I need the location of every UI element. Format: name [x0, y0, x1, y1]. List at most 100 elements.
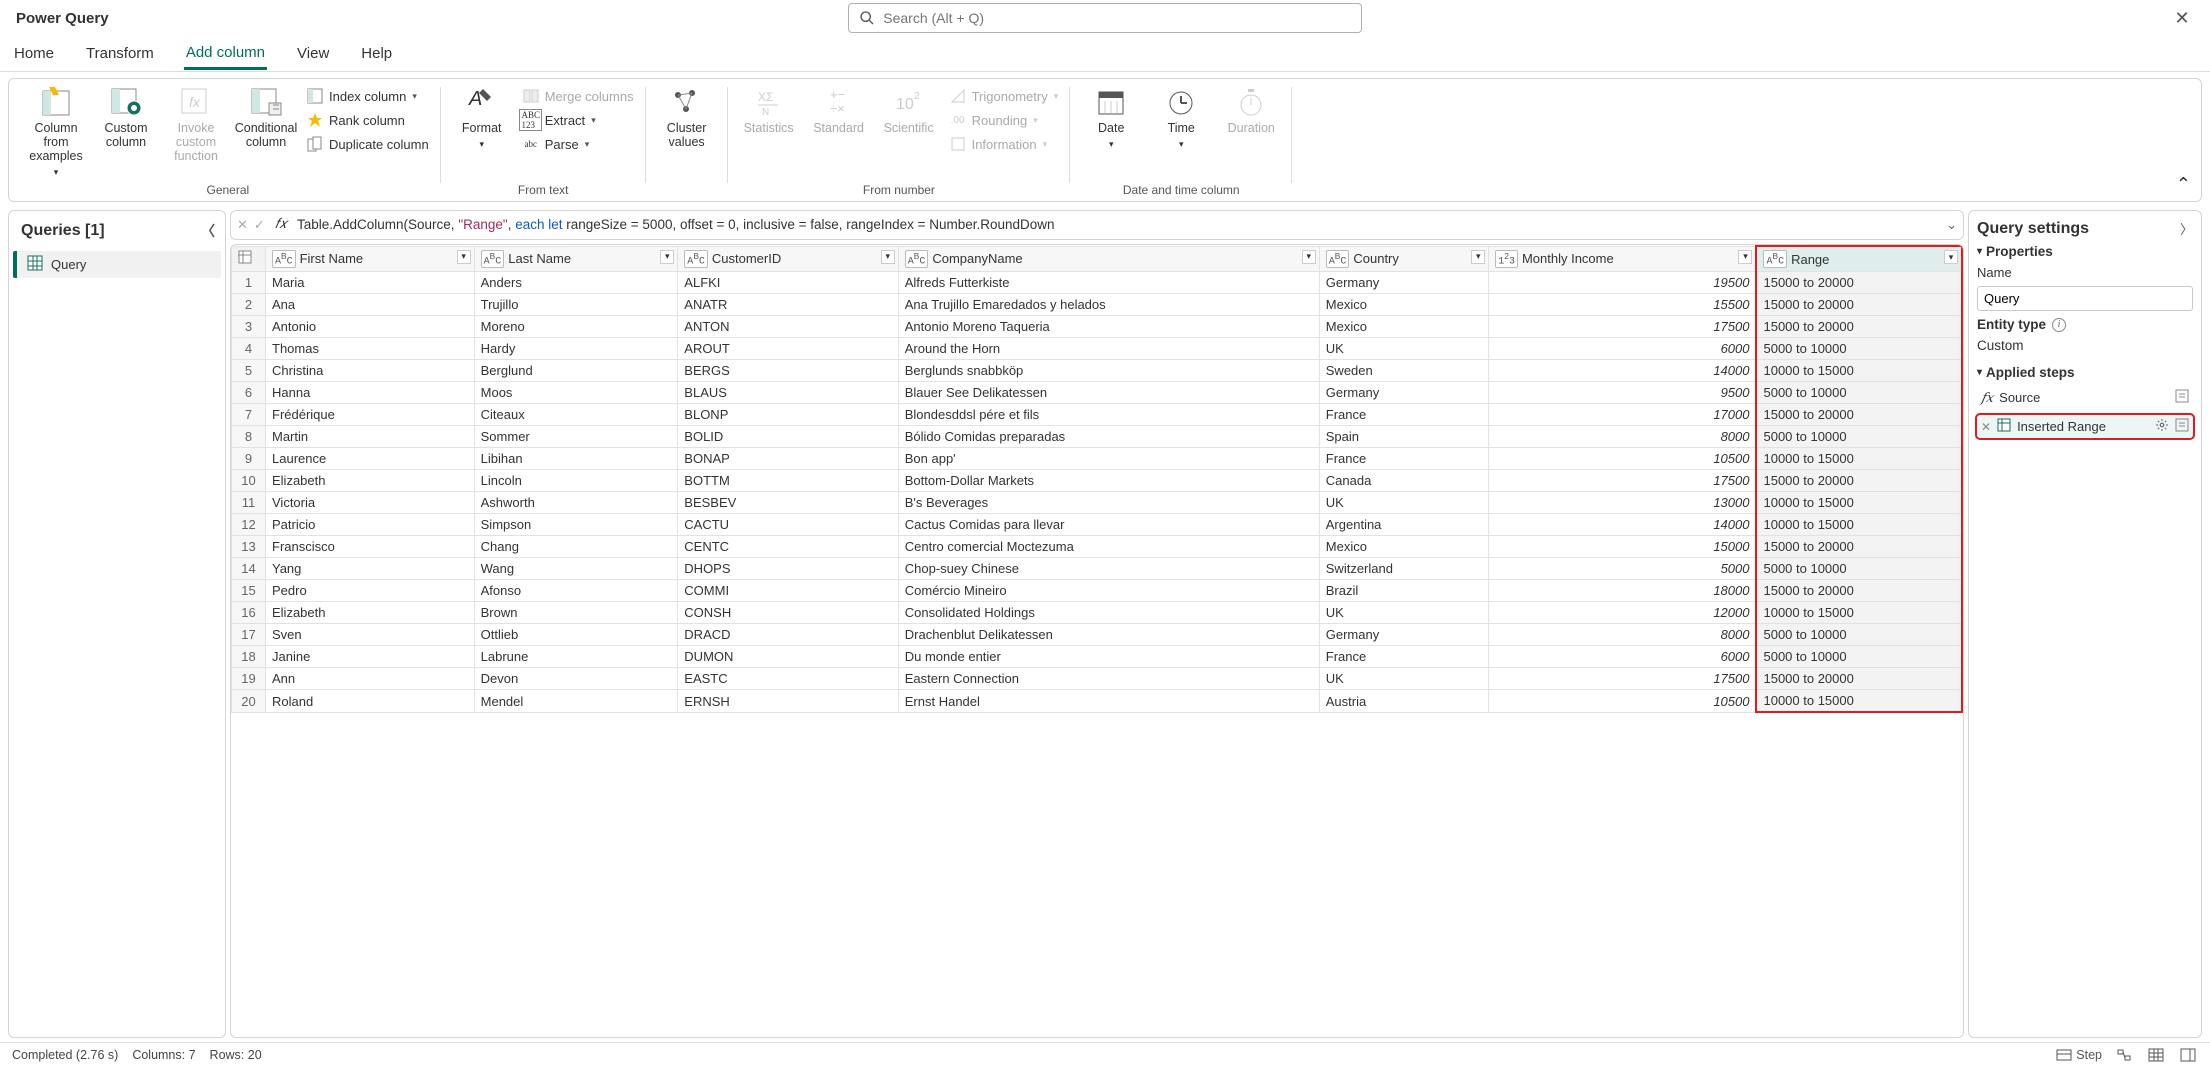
cell[interactable]: Ann: [266, 668, 475, 690]
cell[interactable]: 17000: [1489, 404, 1757, 426]
applied-steps-toggle[interactable]: Applied steps: [1977, 365, 2193, 380]
formula-dropdown-button[interactable]: ⌄: [1946, 217, 1957, 233]
step-menu-icon[interactable]: [2175, 389, 2189, 406]
row-number[interactable]: 11: [232, 492, 266, 514]
row-number[interactable]: 16: [232, 602, 266, 624]
cell[interactable]: 6000: [1489, 338, 1757, 360]
cell[interactable]: Libihan: [474, 448, 678, 470]
cell[interactable]: 10500: [1489, 448, 1757, 470]
cell[interactable]: Bottom-Dollar Markets: [898, 470, 1319, 492]
cell[interactable]: Blauer See Delikatessen: [898, 382, 1319, 404]
cell[interactable]: Ana Trujillo Emaredados y helados: [898, 294, 1319, 316]
cell[interactable]: Sven: [266, 624, 475, 646]
cell[interactable]: Maria: [266, 272, 475, 294]
step-view-button[interactable]: Step: [2056, 1046, 2102, 1064]
cell[interactable]: Ernst Handel: [898, 690, 1319, 713]
format-button[interactable]: A Format▾: [449, 83, 515, 153]
cell[interactable]: Martin: [266, 426, 475, 448]
table-row[interactable]: 4ThomasHardyAROUTAround the HornUK600050…: [232, 338, 1963, 360]
formula-cancel-button[interactable]: ✕: [237, 217, 248, 233]
cell[interactable]: Cactus Comidas para llevar: [898, 514, 1319, 536]
cell[interactable]: Mendel: [474, 690, 678, 713]
tab-help[interactable]: Help: [359, 39, 394, 68]
tab-view[interactable]: View: [295, 39, 331, 68]
index-column-button[interactable]: Index column▾: [303, 85, 433, 107]
row-number[interactable]: 10: [232, 470, 266, 492]
cell[interactable]: UK: [1319, 492, 1489, 514]
step-source[interactable]: 𝑓𝑥 Source: [1977, 386, 2193, 409]
cell[interactable]: BLONP: [678, 404, 898, 426]
query-list-item[interactable]: Query: [13, 251, 221, 278]
cell[interactable]: Wang: [474, 558, 678, 580]
cell[interactable]: Berglund: [474, 360, 678, 382]
type-badge[interactable]: ABC: [481, 250, 505, 268]
cell[interactable]: Laurence: [266, 448, 475, 470]
cell[interactable]: Brazil: [1319, 580, 1489, 602]
column-header[interactable]: 123Monthly Income▾: [1489, 246, 1757, 272]
cell[interactable]: Canada: [1319, 470, 1489, 492]
cell[interactable]: Chop-suey Chinese: [898, 558, 1319, 580]
cell[interactable]: 14000: [1489, 360, 1757, 382]
cell[interactable]: 10000 to 15000: [1756, 448, 1962, 470]
cell[interactable]: DRACD: [678, 624, 898, 646]
cell[interactable]: Afonso: [474, 580, 678, 602]
row-number[interactable]: 4: [232, 338, 266, 360]
cell[interactable]: Thomas: [266, 338, 475, 360]
cell[interactable]: Elizabeth: [266, 470, 475, 492]
cell[interactable]: B's Beverages: [898, 492, 1319, 514]
cell[interactable]: Labrune: [474, 646, 678, 668]
delete-step-button[interactable]: ✕: [1981, 420, 1991, 434]
cell[interactable]: UK: [1319, 338, 1489, 360]
cell[interactable]: BERGS: [678, 360, 898, 382]
cell[interactable]: Ana: [266, 294, 475, 316]
cell[interactable]: Pedro: [266, 580, 475, 602]
cell[interactable]: Chang: [474, 536, 678, 558]
properties-toggle[interactable]: Properties: [1977, 244, 2193, 259]
cell[interactable]: BLAUS: [678, 382, 898, 404]
cell[interactable]: Mexico: [1319, 294, 1489, 316]
cell[interactable]: 10500: [1489, 690, 1757, 713]
cell[interactable]: Roland: [266, 690, 475, 713]
type-badge[interactable]: ABC: [1763, 250, 1787, 268]
grid-view-button[interactable]: [2146, 1046, 2166, 1064]
cell[interactable]: Antonio: [266, 316, 475, 338]
cell[interactable]: Janine: [266, 646, 475, 668]
table-row[interactable]: 18JanineLabruneDUMONDu monde entierFranc…: [232, 646, 1963, 668]
row-number[interactable]: 13: [232, 536, 266, 558]
cell[interactable]: Bólido Comidas preparadas: [898, 426, 1319, 448]
filter-dropdown-button[interactable]: ▾: [457, 250, 471, 264]
cell[interactable]: Yang: [266, 558, 475, 580]
row-number[interactable]: 8: [232, 426, 266, 448]
cell[interactable]: BOLID: [678, 426, 898, 448]
cell[interactable]: 10000 to 15000: [1756, 602, 1962, 624]
cell[interactable]: Argentina: [1319, 514, 1489, 536]
cell[interactable]: Hanna: [266, 382, 475, 404]
column-header[interactable]: ABCCustomerID▾: [678, 246, 898, 272]
cell[interactable]: 6000: [1489, 646, 1757, 668]
column-header[interactable]: ABCLast Name▾: [474, 246, 678, 272]
cell[interactable]: 17500: [1489, 470, 1757, 492]
rank-column-button[interactable]: Rank column: [303, 109, 433, 131]
table-row[interactable]: 14YangWangDHOPSChop-suey ChineseSwitzerl…: [232, 558, 1963, 580]
row-number[interactable]: 15: [232, 580, 266, 602]
cell[interactable]: Bon app': [898, 448, 1319, 470]
cell[interactable]: Simpson: [474, 514, 678, 536]
column-header[interactable]: ABCFirst Name▾: [266, 246, 475, 272]
cell[interactable]: 15000 to 20000: [1756, 668, 1962, 690]
cell[interactable]: Frédérique: [266, 404, 475, 426]
cell[interactable]: Drachenblut Delikatessen: [898, 624, 1319, 646]
cell[interactable]: 10000 to 15000: [1756, 690, 1962, 713]
extract-button[interactable]: ABC123Extract▾: [519, 109, 638, 131]
cell[interactable]: Du monde entier: [898, 646, 1319, 668]
cell[interactable]: 15000 to 20000: [1756, 294, 1962, 316]
filter-dropdown-button[interactable]: ▾: [1738, 250, 1752, 264]
table-row[interactable]: 17SvenOttliebDRACDDrachenblut Delikatess…: [232, 624, 1963, 646]
row-number[interactable]: 20: [232, 690, 266, 713]
parse-button[interactable]: abcParse▾: [519, 133, 638, 155]
cell[interactable]: 15000 to 20000: [1756, 470, 1962, 492]
cell[interactable]: Around the Horn: [898, 338, 1319, 360]
query-name-input[interactable]: [1977, 286, 2193, 311]
cell[interactable]: Sweden: [1319, 360, 1489, 382]
cell[interactable]: 8000: [1489, 624, 1757, 646]
type-badge[interactable]: ABC: [684, 250, 708, 268]
